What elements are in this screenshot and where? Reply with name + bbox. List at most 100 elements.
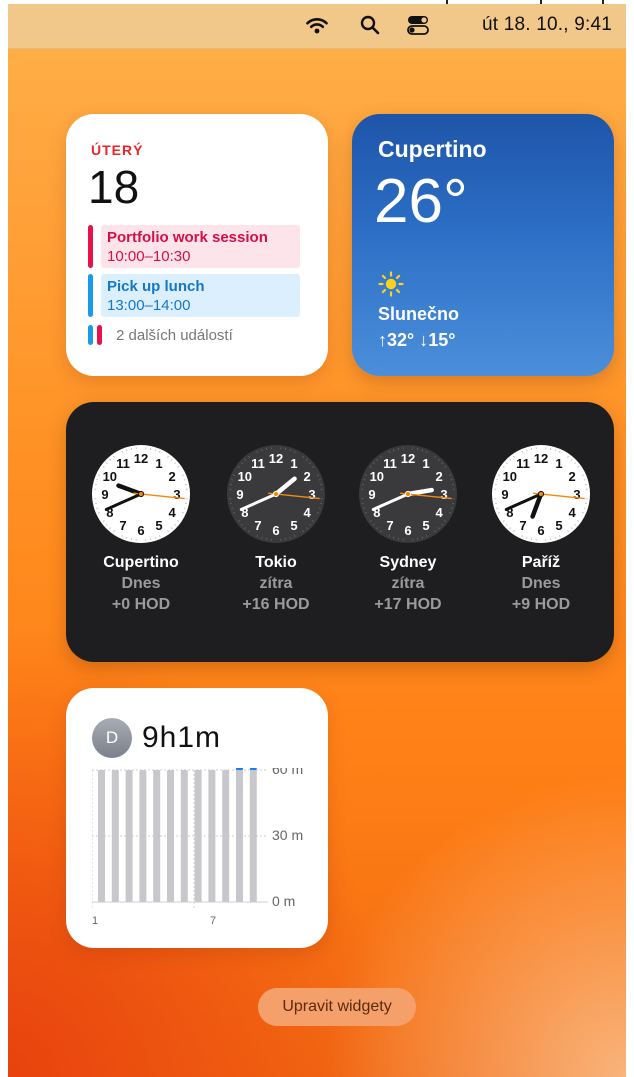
screen-time-widget[interactable]: D 9h1m 60 m 30 m 0 m 1 7 (66, 688, 328, 948)
clock-numeral: 4 (436, 505, 444, 520)
clock-numeral: 3 (573, 487, 580, 502)
clock-numeral: 10 (103, 469, 117, 484)
screen-time-total: 9h1m (142, 721, 222, 754)
avatar: D (92, 718, 132, 758)
clock-numeral: 6 (272, 523, 279, 538)
calendar-date: 18 (88, 161, 140, 213)
clock-numeral: 5 (555, 518, 562, 533)
clock-numeral: 9 (501, 487, 508, 502)
clock-numeral: 9 (368, 487, 375, 502)
event-title: Pick up lunch (107, 278, 205, 295)
y-tick-label: 30 m (272, 827, 303, 843)
clock-numeral: 4 (169, 505, 177, 520)
menu-bar-top-edge (8, 0, 626, 4)
event-body: Pick up lunch 13:00–14:00 (101, 274, 300, 317)
calendar-weekday: ÚTERÝ (91, 142, 144, 158)
clock-numeral: 6 (537, 523, 544, 538)
clock-numeral: 3 (173, 487, 180, 502)
weather-temperature: 26° (374, 167, 468, 236)
sun-icon (378, 271, 404, 302)
clock-center-pin (272, 490, 280, 498)
clock-numeral: 6 (404, 523, 411, 538)
clock-numeral: 10 (238, 469, 252, 484)
x-tick-label: 7 (210, 915, 216, 927)
clock-numeral: 12 (134, 451, 148, 466)
more-events-dot-blue (88, 325, 93, 345)
world-clock-pariz[interactable]: 1 2 3 4 5 6 7 8 9 10 11 12 Paříž Dnes +9 HOD (476, 444, 606, 614)
clock-numeral: 11 (516, 456, 530, 471)
clock-numeral: 2 (436, 469, 443, 484)
more-events-dot-red (97, 325, 102, 345)
clock-numeral: 12 (269, 451, 283, 466)
edit-widgets-button[interactable]: Upravit widgety (258, 988, 416, 1026)
clock-offset: +0 HOD (111, 596, 171, 613)
clock-numeral: 6 (137, 523, 144, 538)
search-icon[interactable] (359, 14, 381, 36)
clock-day: Dnes (121, 575, 161, 592)
clock-numeral: 2 (304, 469, 311, 484)
analog-clock-face: 1234567891011 12 (227, 445, 325, 543)
clock-numeral: 5 (422, 518, 429, 533)
clock-city: Tokio (255, 554, 297, 571)
chart-bar (236, 768, 243, 770)
clock-numeral: 11 (251, 456, 265, 471)
chart-bar (222, 770, 230, 902)
event-time: 10:00–10:30 (107, 248, 191, 265)
menu-bar-clock[interactable]: út 18. 10., 9:41 (482, 14, 612, 36)
clock-numeral: 1 (290, 456, 297, 471)
clock-numeral: 3 (440, 487, 447, 502)
chart-bar (249, 768, 257, 770)
chart-bar (139, 770, 147, 902)
clock-numeral: 3 (308, 487, 315, 502)
world-clock-widget[interactable]: 1 2 3 4 5 6 7 8 9 10 11 12 Cupertino Dnes +0 HOD 12… (66, 402, 614, 662)
clock-numeral: 5 (290, 518, 297, 533)
analog-clock-face: 1234567891011 12 (492, 445, 590, 543)
more-events[interactable]: 2 dalších událostí (88, 324, 233, 346)
calendar-event[interactable]: Pick up lunch 13:00–14:00 (88, 274, 300, 317)
event-time: 13:00–14:00 (107, 297, 191, 314)
clock-numeral: 10 (503, 469, 517, 484)
clock-numeral: 2 (169, 469, 176, 484)
clock-offset: +16 HOD (242, 596, 310, 613)
world-clock-cupertino[interactable]: 1 2 3 4 5 6 7 8 9 10 11 12 Cupertino Dnes +0 HOD (76, 444, 206, 614)
chart-bar (153, 770, 161, 902)
clock-day: zítra (259, 575, 293, 592)
clock-numeral: 1 (555, 456, 562, 471)
chart-bars (98, 768, 257, 902)
more-events-label: 2 dalších událostí (116, 326, 233, 344)
clock-numeral: 9 (236, 487, 243, 502)
clock-numeral: 7 (386, 518, 393, 533)
weather-condition: Slunečno (378, 304, 460, 324)
event-body: Portfolio work session 10:00–10:30 (101, 225, 300, 268)
clock-numeral: 1 (155, 456, 162, 471)
y-tick-label: 0 m (272, 893, 295, 909)
world-clock-tokio[interactable]: 1 2 3 4 5 6 7 8 9 10 11 12 Tokio zítra +16 HOD (211, 444, 341, 614)
chart-bar (125, 770, 133, 902)
x-tick-label: 1 (92, 915, 98, 927)
control-center-icon[interactable] (406, 14, 430, 36)
clock-city: Sydney (379, 554, 437, 571)
y-tick-label: 60 m (272, 768, 303, 777)
calendar-event[interactable]: Portfolio work session 10:00–10:30 (88, 225, 300, 268)
clock-day: zítra (391, 575, 425, 592)
clock-center-pin (137, 490, 145, 498)
clock-day: Dnes (521, 575, 561, 592)
analog-clock-face: 1234567891011 12 (92, 445, 190, 543)
event-color-bar (88, 274, 93, 317)
menu-bar: út 18. 10., 9:41 (8, 0, 626, 49)
clock-numeral: 12 (401, 451, 415, 466)
weather-high-low: ↑32° ↓15° (378, 330, 456, 350)
wifi-icon[interactable] (304, 14, 330, 36)
world-clock-sydney[interactable]: 1 2 3 4 5 6 7 8 9 10 11 12 Sydney zítra +17 HOD (343, 444, 473, 614)
desktop-wallpaper: út 18. 10., 9:41 ÚTERÝ 18 Portfolio work… (8, 0, 626, 1077)
weather-city: Cupertino (378, 136, 487, 162)
chart-bar (249, 770, 257, 902)
clock-numeral: 4 (569, 505, 577, 520)
clock-numeral: 11 (116, 456, 130, 471)
clock-numeral: 9 (101, 487, 108, 502)
calendar-widget[interactable]: ÚTERÝ 18 Portfolio work session 10:00–10… (66, 114, 328, 376)
chart-bar (194, 770, 202, 902)
weather-widget[interactable]: Cupertino 26° Slunečno ↑32° ↓15° (352, 114, 614, 376)
analog-clock-face: 1234567891011 12 (359, 445, 457, 543)
clock-numeral: 10 (370, 469, 384, 484)
